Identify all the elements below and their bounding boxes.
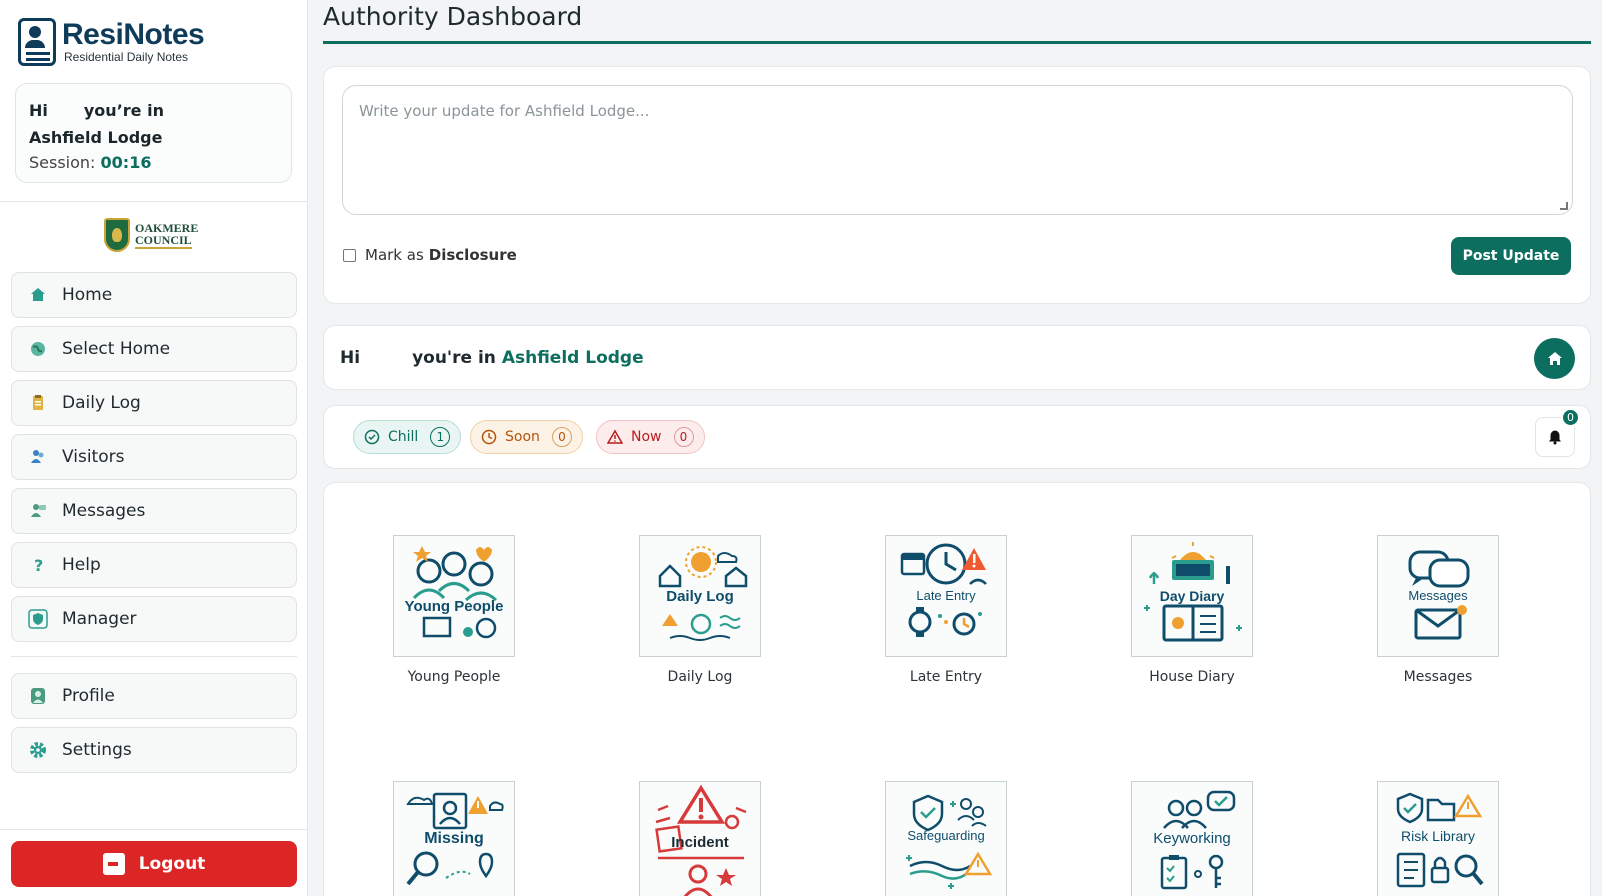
svg-text:?: ?	[34, 556, 43, 574]
missing-illustration-icon: Missing	[393, 781, 515, 896]
page-title: Authority Dashboard	[323, 2, 583, 31]
tile-risk-library[interactable]: Risk Library	[1368, 781, 1508, 896]
tile-missing[interactable]: Missing	[384, 781, 524, 896]
clock-icon	[481, 429, 497, 445]
tile-house-diary[interactable]: Day Diary House Diary	[1122, 535, 1262, 685]
clipboard-icon	[28, 393, 48, 413]
brand-name: ResiNotes	[62, 18, 205, 51]
sidebar-item-select-home[interactable]: Select Home	[11, 326, 297, 372]
now-count: 0	[673, 427, 694, 447]
tile-caption: Daily Log	[667, 669, 733, 685]
session-time: 00:16	[100, 153, 152, 172]
tile-keyworking[interactable]: Keyworking	[1122, 781, 1262, 896]
council-logo: OAKMERE COUNCIL	[104, 218, 198, 252]
house-diary-illustration-icon: Day Diary	[1131, 535, 1253, 657]
daily-log-illustration-icon: Daily Log	[639, 535, 761, 657]
tile-caption: Messages	[1403, 669, 1473, 685]
logout-button[interactable]: Logout	[11, 841, 297, 887]
brand-subtitle: Residential Daily Notes	[64, 50, 189, 64]
feature-tiles: Young People Young People Daily Log Dail…	[323, 482, 1591, 896]
sidebar-item-home[interactable]: Home	[11, 272, 297, 318]
tile-incident[interactable]: Incident	[630, 781, 770, 896]
bell-icon	[1549, 430, 1561, 445]
safeguarding-illustration-icon: Safeguarding	[885, 781, 1007, 896]
sidebar-divider	[0, 829, 308, 830]
tile-caption: Late Entry	[909, 669, 983, 685]
sidebar-divider	[0, 201, 308, 202]
tile-caption: Young People	[407, 669, 501, 685]
sidebar-item-settings[interactable]: Settings	[11, 727, 297, 773]
user-card: Hi you’re in Ashfield Lodge Session: 00:1…	[15, 83, 292, 183]
current-home-name: Ashfield Lodge	[501, 348, 644, 368]
user-home-name: Ashfield Lodge	[29, 128, 163, 147]
tile-safeguarding[interactable]: Safeguarding	[876, 781, 1016, 896]
disclosure-toggle[interactable]: Mark as Disclosure	[343, 246, 517, 264]
sidebar-item-messages[interactable]: Messages	[11, 488, 297, 534]
shield-icon	[28, 609, 48, 629]
disclosure-checkbox[interactable]	[343, 248, 356, 262]
status-chill-pill[interactable]: Chill 1	[353, 420, 462, 454]
tile-young-people[interactable]: Young People Young People	[384, 535, 524, 685]
notifications-button[interactable]: 0	[1535, 408, 1580, 457]
sidebar-divider	[11, 656, 297, 657]
status-card: Chill 1 Soon 0 Now 0 0	[323, 405, 1591, 469]
tile-late-entry[interactable]: Late Entry Late Entry	[876, 535, 1016, 685]
session-timer: Session: 00:16	[29, 153, 152, 172]
notification-count-badge: 0	[1561, 408, 1580, 427]
warning-icon	[607, 429, 623, 444]
chill-count: 1	[430, 427, 451, 447]
notes-logo-icon	[18, 18, 56, 66]
greeting-text: Hi you're in Ashfield Lodge	[340, 348, 644, 368]
question-icon: ?	[28, 555, 48, 575]
visitors-icon	[28, 447, 48, 467]
greeting-card: Hi you're in Ashfield Lodge	[323, 325, 1591, 390]
sidebar-item-daily-log[interactable]: Daily Log	[11, 380, 297, 426]
tile-daily-log[interactable]: Daily Log Daily Log	[630, 535, 770, 685]
post-update-card: Write your update for Ashfield Lodge... …	[323, 66, 1591, 304]
council-crest-icon	[104, 218, 130, 252]
sidebar-item-help[interactable]: ? Help	[11, 542, 297, 588]
home-icon	[1547, 351, 1562, 365]
logout-icon	[102, 853, 125, 875]
late-entry-illustration-icon: Late Entry	[885, 535, 1007, 657]
sidebar-item-visitors[interactable]: Visitors	[11, 434, 297, 480]
post-update-button[interactable]: Post Update	[1451, 237, 1571, 275]
young-people-illustration-icon: Young People	[393, 535, 515, 657]
title-underline	[323, 41, 1591, 44]
tile-caption: House Diary	[1149, 669, 1235, 685]
keyworking-illustration-icon: Keyworking	[1131, 781, 1253, 896]
status-soon-pill[interactable]: Soon 0	[470, 420, 583, 454]
resize-handle-icon[interactable]	[1560, 202, 1568, 210]
check-circle-icon	[364, 429, 380, 445]
home-button[interactable]	[1534, 338, 1575, 379]
user-location-prefix: you’re in	[83, 101, 164, 120]
status-now-pill[interactable]: Now 0	[596, 420, 705, 454]
globe-icon	[28, 339, 48, 359]
sidebar-item-manager[interactable]: Manager	[11, 596, 297, 642]
user-greeting: Hi	[29, 101, 48, 120]
sidebar-item-profile[interactable]: Profile	[11, 673, 297, 719]
sidebar: ResiNotes Residential Daily Notes Hi you’…	[0, 0, 308, 896]
risk-library-illustration-icon: Risk Library	[1377, 781, 1499, 896]
incident-illustration-icon: Incident	[639, 781, 761, 896]
user-icon	[28, 686, 48, 706]
soon-count: 0	[551, 427, 572, 447]
messages-illustration-icon: Messages	[1377, 535, 1499, 657]
brand-logo[interactable]: ResiNotes Residential Daily Notes	[18, 18, 205, 66]
messages-icon	[28, 501, 48, 521]
update-textarea[interactable]: Write your update for Ashfield Lodge...	[342, 85, 1573, 215]
gear-icon	[28, 740, 48, 760]
home-icon	[28, 285, 48, 305]
tile-messages[interactable]: Messages Messages	[1368, 535, 1508, 685]
